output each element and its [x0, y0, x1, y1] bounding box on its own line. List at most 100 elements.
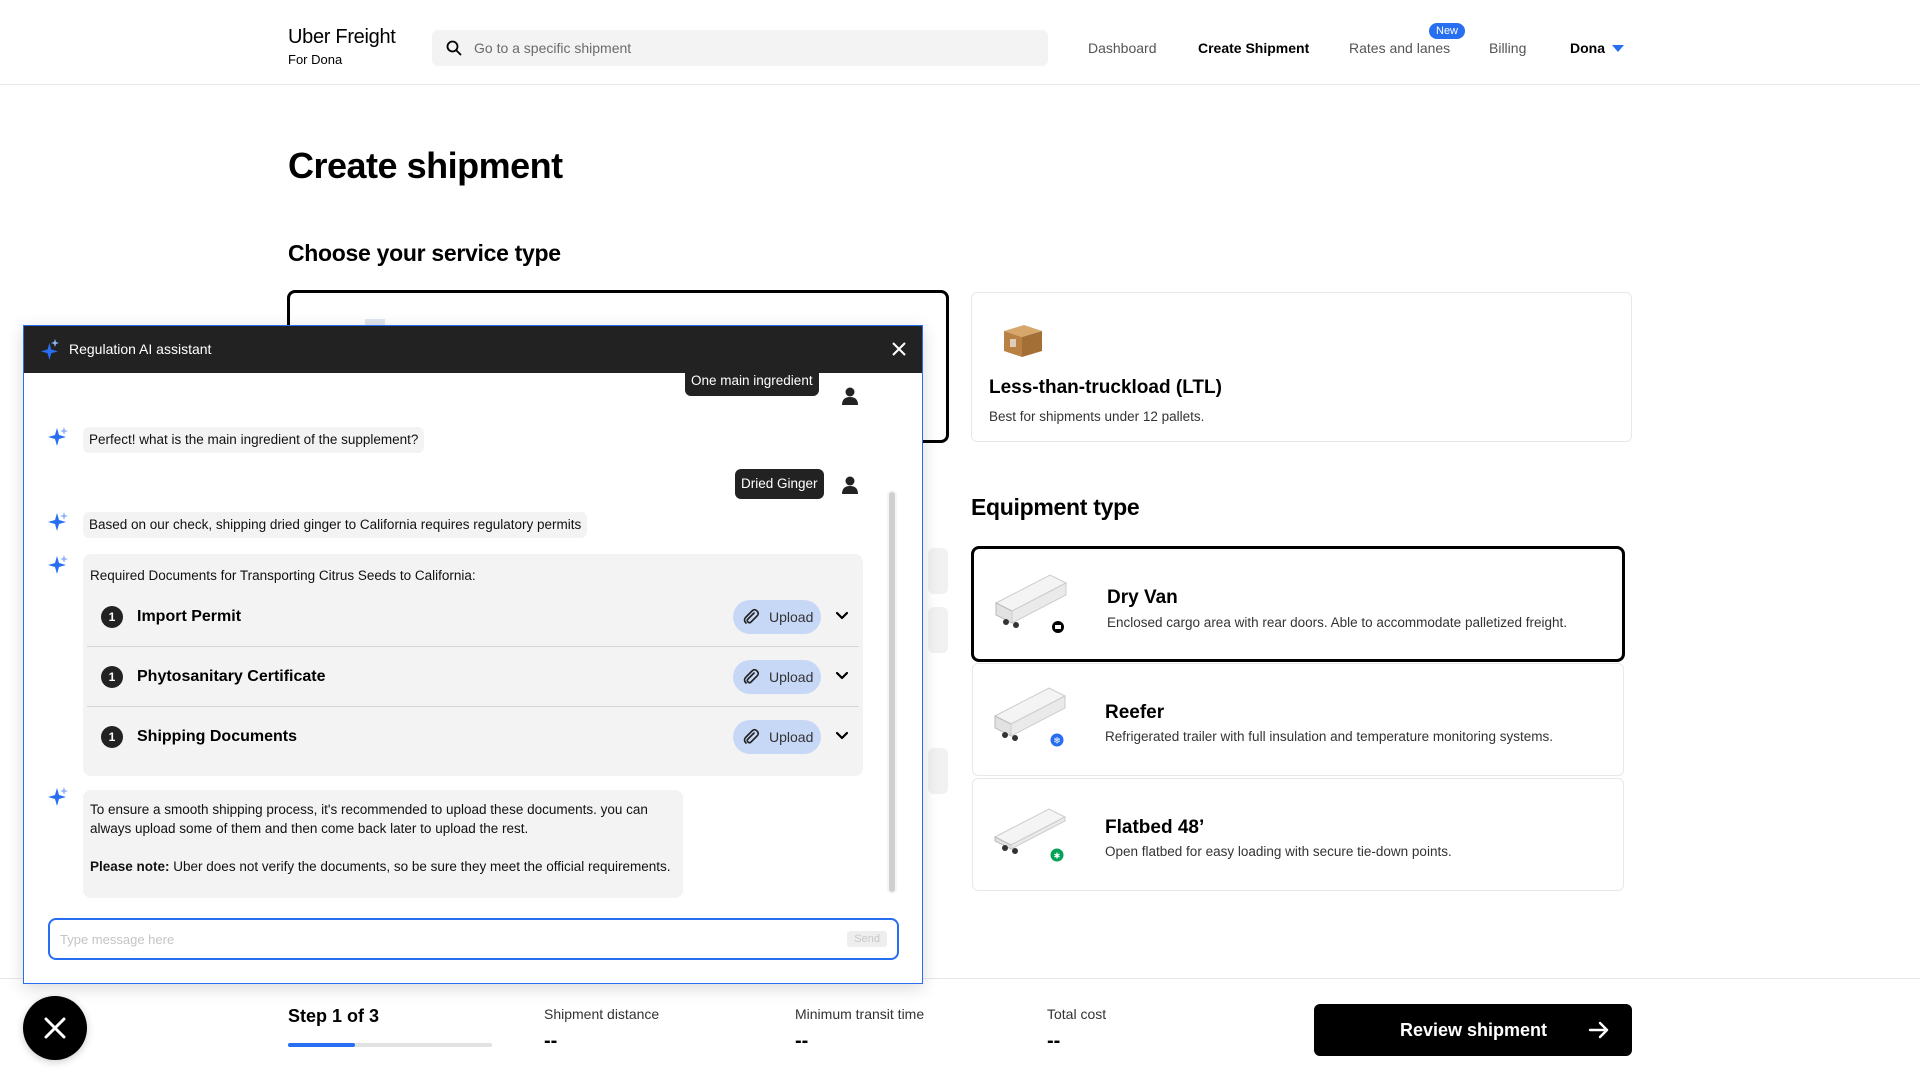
shipment-distance-label: Shipment distance	[544, 1006, 660, 1022]
equipment-card-reefer[interactable]: ❄ Reefer Refrigerated trailer with full …	[972, 663, 1624, 776]
hidden-field	[928, 607, 948, 653]
chat-title: Regulation AI assistant	[69, 341, 212, 357]
service-desc-ltl: Best for shipments under 12 pallets.	[989, 409, 1205, 424]
note-disclaimer-text: Uber does not verify the documents, so b…	[169, 859, 671, 874]
document-count-badge: 1	[101, 666, 123, 688]
close-icon	[44, 1017, 66, 1039]
ai-message: Based on our check, shipping dried ginge…	[83, 512, 588, 538]
equipment-title-dry-van: Dry Van	[1107, 587, 1178, 608]
user-avatar-icon	[842, 387, 858, 405]
send-button[interactable]: Send	[847, 931, 887, 947]
user-menu[interactable]: Dona	[1570, 40, 1605, 56]
total-cost-value: --	[1047, 1030, 1061, 1052]
chat-scroll-clip: One main ingredient	[24, 373, 922, 413]
total-cost-label: Total cost	[1047, 1006, 1107, 1022]
service-title-ltl: Less-than-truckload (LTL)	[989, 377, 1222, 398]
nav-dashboard[interactable]: Dashboard	[1088, 40, 1157, 56]
equipment-title-flatbed: Flatbed 48’	[1105, 817, 1205, 838]
hidden-field	[928, 548, 948, 594]
step-progress-bar	[288, 1043, 492, 1047]
note-disclaimer: Please note: Uber does not verify the do…	[90, 857, 676, 876]
message-input[interactable]	[60, 920, 820, 958]
hidden-field	[928, 748, 948, 794]
paperclip-icon	[743, 608, 760, 624]
upload-label: Upload	[769, 609, 814, 625]
document-row-shipping-documents[interactable]: 1 Shipping Documents Upload	[87, 707, 859, 767]
upload-recommendation-message: To ensure a smooth shipping process, it'…	[83, 790, 683, 898]
note-text: To ensure a smooth shipping process, it'…	[90, 802, 648, 836]
dry-van-trailer-icon	[994, 574, 1068, 635]
brand-name: Uber Freight	[288, 26, 396, 48]
document-name: Phytosanitary Certificate	[137, 668, 326, 685]
equipment-desc-flatbed: Open flatbed for easy loading with secur…	[1105, 844, 1452, 859]
document-count-badge: 1	[101, 606, 123, 628]
upload-button[interactable]: Upload	[733, 720, 821, 754]
equipment-card-dry-van[interactable]: Dry Van Enclosed cargo area with rear do…	[971, 546, 1625, 662]
nav-create-shipment[interactable]: Create Shipment	[1198, 40, 1309, 56]
ai-sparkle-icon	[48, 427, 68, 446]
review-shipment-button[interactable]: Review shipment	[1314, 1004, 1632, 1056]
upload-label: Upload	[769, 729, 814, 745]
brand-account: For Dona	[288, 52, 343, 67]
chat-scrollbar-thumb[interactable]	[889, 492, 895, 892]
upload-button[interactable]: Upload	[733, 660, 821, 694]
reefer-trailer-icon: ❄	[993, 687, 1067, 748]
user-message: Dried Ginger	[735, 469, 824, 499]
transit-time-label: Minimum transit time	[795, 1006, 925, 1022]
ai-sparkle-icon	[48, 555, 68, 574]
paperclip-icon	[743, 668, 760, 684]
box-icon	[1004, 325, 1042, 357]
review-shipment-label: Review shipment	[1400, 1020, 1548, 1040]
chevron-down-icon[interactable]	[835, 669, 849, 683]
step-indicator: Step 1 of 3	[288, 1006, 380, 1026]
equipment-desc-reefer: Refrigerated trailer with full insulatio…	[1105, 729, 1553, 744]
required-documents-card: Required Documents for Transporting Citr…	[83, 554, 863, 776]
service-type-title: Choose your service type	[288, 240, 561, 266]
chat-header: Regulation AI assistant	[24, 326, 922, 373]
chat-message-box[interactable]: Send	[48, 918, 899, 960]
chevron-down-icon[interactable]	[835, 609, 849, 623]
upload-button[interactable]: Upload	[733, 600, 821, 634]
ai-sparkle-icon	[48, 787, 68, 806]
nav-billing[interactable]: Billing	[1489, 40, 1526, 56]
note-bold-label: Please note:	[90, 859, 170, 874]
page-title: Create shipment	[288, 145, 563, 186]
nav-rates-and-lanes[interactable]: Rates and lanes	[1349, 40, 1450, 56]
document-row-phytosanitary-certificate[interactable]: 1 Phytosanitary Certificate Upload	[87, 647, 859, 707]
ai-message: Perfect! what is the main ingredient of …	[83, 427, 425, 453]
user-avatar-icon	[842, 476, 858, 494]
documents-intro: Required Documents for Transporting Citr…	[90, 568, 476, 583]
document-name: Shipping Documents	[137, 728, 297, 745]
svg-text:❄: ❄	[1053, 737, 1061, 747]
equipment-desc-dry-van: Enclosed cargo area with rear doors. Abl…	[1107, 615, 1568, 630]
transit-time-value: --	[795, 1030, 809, 1052]
service-card-ltl[interactable]: Less-than-truckload (LTL) Best for shipm…	[971, 292, 1632, 442]
equipment-title-reefer: Reefer	[1105, 702, 1165, 723]
document-row-import-permit[interactable]: 1 Import Permit Upload	[87, 587, 859, 647]
chevron-down-icon[interactable]	[1612, 45, 1624, 52]
search-input[interactable]	[474, 30, 1034, 66]
equipment-card-flatbed[interactable]: ✱ Flatbed 48’ Open flatbed for easy load…	[972, 778, 1624, 891]
search-icon	[446, 40, 462, 56]
ai-sparkle-icon	[48, 512, 68, 531]
shipment-search[interactable]	[432, 30, 1048, 66]
shipment-distance-value: --	[544, 1030, 558, 1052]
flatbed-trailer-icon: ✱	[993, 808, 1067, 863]
bottom-summary-bar	[0, 978, 1920, 1080]
document-name: Import Permit	[137, 608, 242, 625]
document-count-badge: 1	[101, 726, 123, 748]
arrow-right-icon	[1588, 1021, 1609, 1039]
regulation-ai-assistant-panel: Regulation AI assistant One main ingredi…	[23, 325, 923, 984]
close-assistant-fab[interactable]	[23, 996, 87, 1060]
step-progress-fill	[288, 1043, 356, 1047]
equipment-type-title: Equipment type	[971, 494, 1140, 520]
close-icon[interactable]	[890, 340, 908, 358]
top-navigation-bar: Uber Freight For Dona Dashboard Create S…	[0, 0, 1920, 85]
brand-logo[interactable]: Uber Freight For Dona	[288, 26, 396, 67]
chevron-down-icon[interactable]	[835, 729, 849, 743]
sparkle-icon	[40, 339, 59, 360]
new-badge: New	[1429, 23, 1466, 39]
svg-text:✱: ✱	[1054, 852, 1061, 861]
user-message: One main ingredient	[685, 373, 819, 396]
paperclip-icon	[743, 728, 760, 744]
